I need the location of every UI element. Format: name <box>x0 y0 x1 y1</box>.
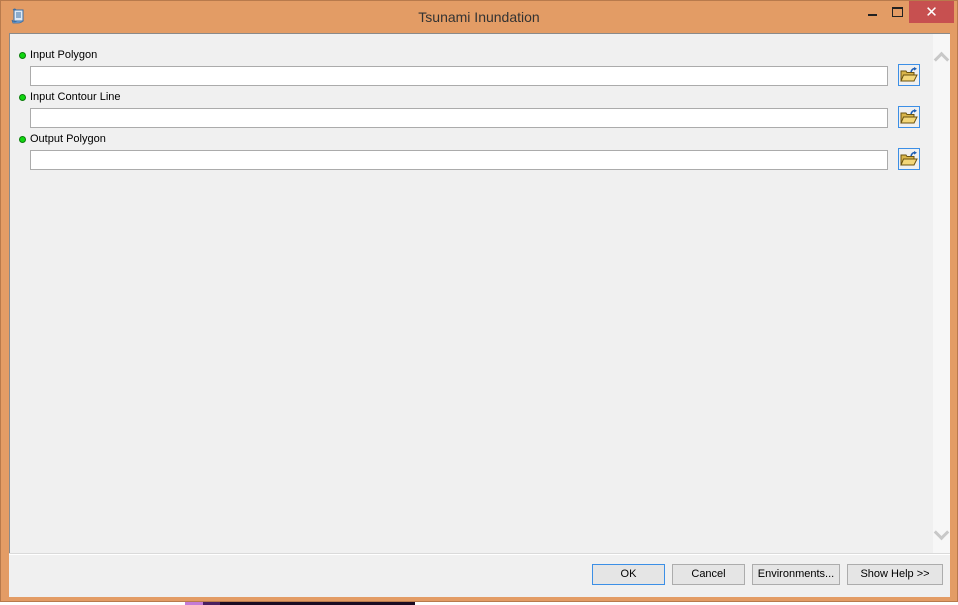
ok-button[interactable]: OK <box>592 564 665 585</box>
param-label: Input Polygon <box>30 49 98 61</box>
tool-dialog-window: Tsunami Inundation ✕ Input Polygon Input… <box>0 0 958 602</box>
close-button[interactable]: ✕ <box>909 1 954 23</box>
maximize-icon <box>891 7 903 17</box>
open-folder-icon <box>900 109 918 124</box>
chevron-down-icon <box>933 524 950 541</box>
required-indicator-icon <box>19 135 26 143</box>
maximize-button[interactable] <box>885 1 909 23</box>
param-label-row: Input Polygon <box>19 48 97 62</box>
param-label-row: Output Polygon <box>19 132 106 146</box>
required-indicator-icon <box>19 51 26 59</box>
open-folder-icon <box>900 151 918 166</box>
output-polygon-field[interactable] <box>30 150 888 170</box>
param-label: Output Polygon <box>30 133 106 145</box>
minimize-icon <box>867 14 877 16</box>
title-bar[interactable]: Tsunami Inundation ✕ <box>1 1 957 33</box>
cancel-button[interactable]: Cancel <box>672 564 745 585</box>
minimize-button[interactable] <box>859 1 885 23</box>
dialog-footer: OK Cancel Environments... Show Help >> <box>9 555 950 597</box>
browse-input-polygon-button[interactable] <box>898 64 920 86</box>
window-title: Tsunami Inundation <box>418 9 540 25</box>
scroll-down-button[interactable] <box>933 524 950 541</box>
param-label: Input Contour Line <box>30 91 121 103</box>
close-icon: ✕ <box>925 4 938 21</box>
required-indicator-icon <box>19 93 26 101</box>
input-contour-line-field[interactable] <box>30 108 888 128</box>
open-folder-icon <box>900 67 918 82</box>
scroll-up-button[interactable] <box>933 51 950 68</box>
input-polygon-field[interactable] <box>30 66 888 86</box>
browse-input-contour-line-button[interactable] <box>898 106 920 128</box>
environments-button[interactable]: Environments... <box>752 564 840 585</box>
show-help-button[interactable]: Show Help >> <box>847 564 943 585</box>
param-label-row: Input Contour Line <box>19 90 121 104</box>
parameters-panel: Input Polygon Input Contour Line Output … <box>9 33 950 553</box>
vertical-scrollbar[interactable] <box>933 34 950 553</box>
browse-output-polygon-button[interactable] <box>898 148 920 170</box>
chevron-up-icon <box>933 51 950 68</box>
